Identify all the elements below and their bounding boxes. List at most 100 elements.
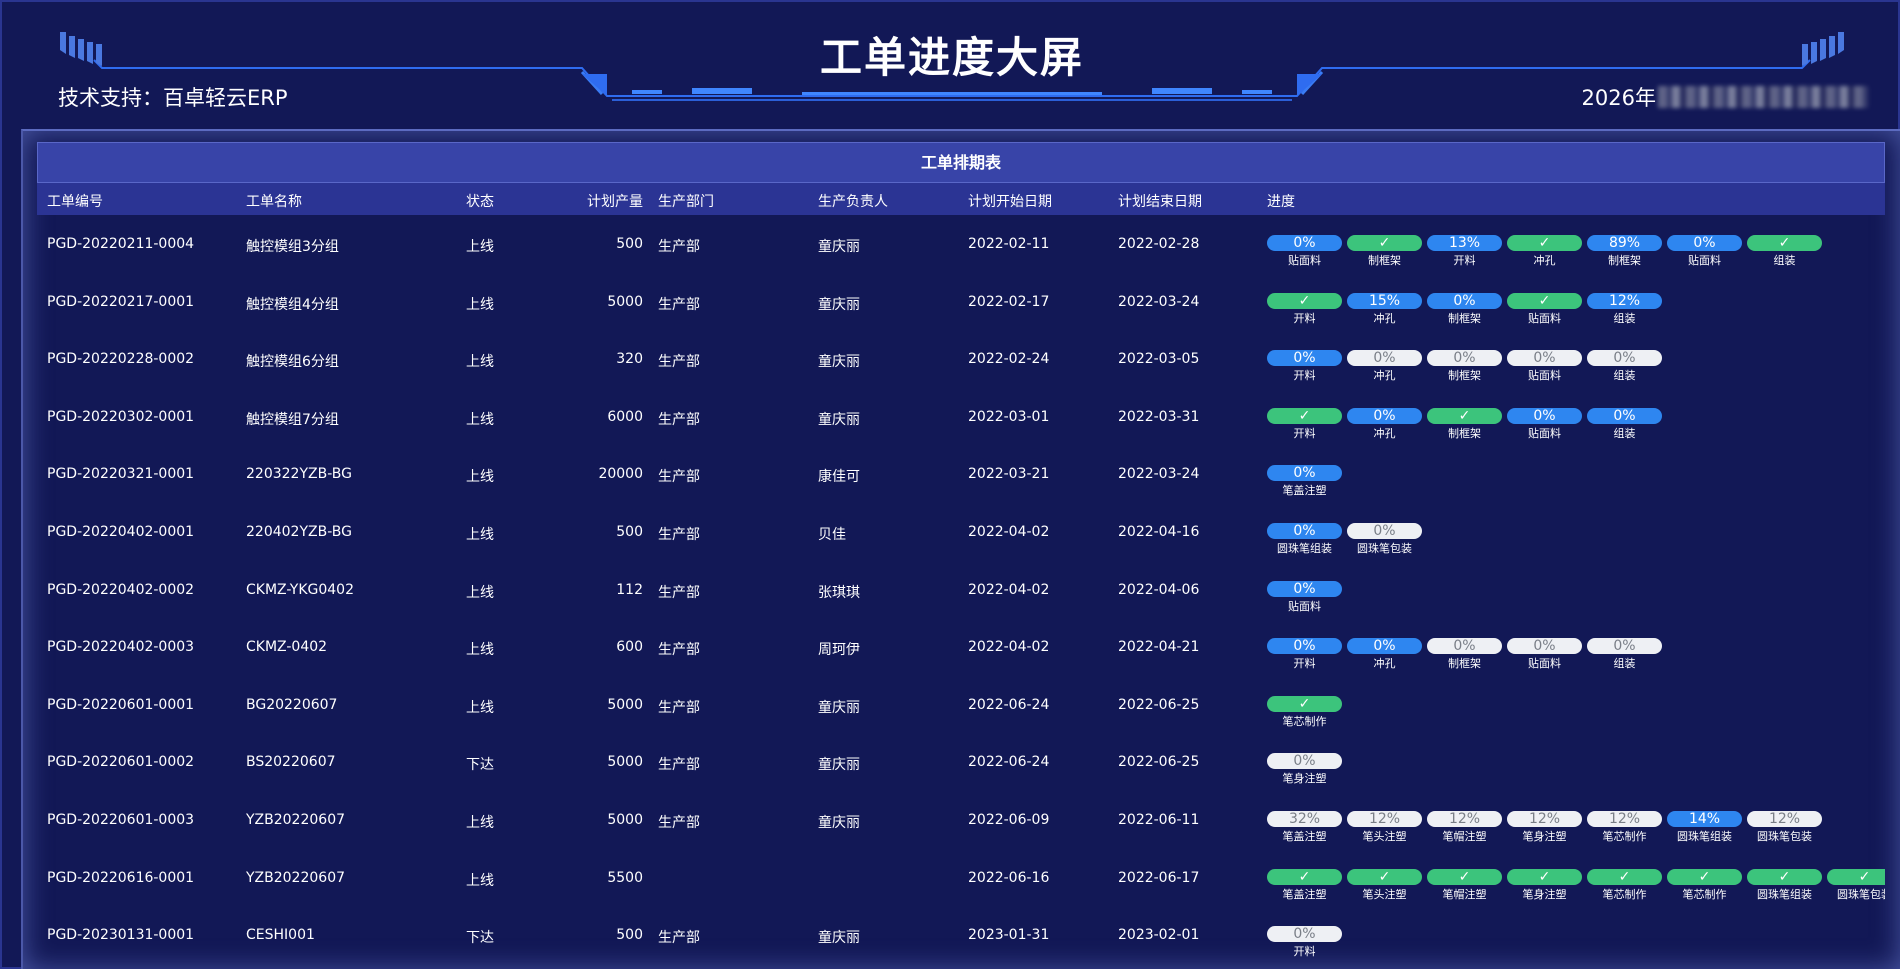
process-step: 0% 组装 <box>1587 407 1662 441</box>
table-row[interactable]: PGD-20220302-0001 触控模组7分组 上线 6000 生产部 童庆丽 2022… <box>37 388 1885 446</box>
cell-department: 生产部 <box>658 296 700 313</box>
process-step: 0% 圆珠笔包装 <box>1347 523 1422 556</box>
process-step: ✓ 笔身注塑 <box>1507 868 1582 902</box>
process-step: 0% 组装 <box>1587 638 1662 671</box>
cell-department: 生产部 <box>658 930 700 947</box>
step-label: 圆珠笔包装 <box>1357 542 1412 555</box>
step-label: 贴面料 <box>1528 369 1561 383</box>
cell-status: 上线 <box>466 469 494 486</box>
cell-department: 生产部 <box>658 815 700 831</box>
table-row[interactable]: PGD-20220601-0003 YZB20220607 上线 5000 生产部 童庆丽… <box>37 791 1885 849</box>
step-progress-pill: 0% <box>1347 407 1422 424</box>
step-progress-pill: ✓ <box>1347 868 1422 885</box>
step-label: 笔芯制作 <box>1282 714 1327 728</box>
cell-start-date: 2022-04-02 <box>968 581 1050 598</box>
cell-department: 生产部 <box>658 584 700 601</box>
process-step: 12% 圆珠笔包装 <box>1747 811 1822 844</box>
process-steps: ✓ 开料 0% 冲孔 ✓ 制框架 0% 贴面料 0% 组装 <box>1267 407 1885 441</box>
datetime-display: 2026年 <box>1582 82 1868 112</box>
cell-order-no: PGD-20220601-0003 <box>47 812 195 828</box>
process-step: ✓ 笔头注塑 <box>1347 868 1422 902</box>
step-progress-pill: ✓ <box>1267 868 1342 885</box>
step-label: 圆珠笔组装 <box>1677 830 1732 843</box>
process-step: 0% 贴面料 <box>1507 407 1582 441</box>
cell-end-date: 2022-04-21 <box>1118 639 1200 656</box>
header: 工单进度大屏 技术支持：百卓轻云ERP 2026年 <box>2 2 1900 126</box>
table-row[interactable]: PGD-20220217-0001 触控模组4分组 上线 5000 生产部 童庆丽 2022… <box>37 273 1885 331</box>
process-step: 0% 制框架 <box>1427 350 1502 383</box>
process-step: 0% 贴面料 <box>1267 580 1342 614</box>
step-label: 贴面料 <box>1288 599 1321 613</box>
step-label: 笔帽注塑 <box>1442 887 1487 901</box>
cell-status: 上线 <box>466 411 494 428</box>
cell-end-date: 2022-02-28 <box>1118 236 1200 252</box>
table-header-row: 工单编号 工单名称 状态 计划产量 生产部门 生产负责人 计划开始日期 计划结束… <box>37 183 1885 215</box>
table-row[interactable]: PGD-20220402-0002 CKMZ-YKG0402 上线 112 生产部 张琪琪… <box>37 561 1885 619</box>
cell-start-date: 2022-02-17 <box>968 293 1050 310</box>
step-progress-pill: ✓ <box>1667 868 1742 885</box>
cell-status: 上线 <box>466 239 494 255</box>
process-step: 0% 组装 <box>1587 350 1662 383</box>
table-row[interactable]: PGD-20230131-0001 CESHI001 下达 500 生产部 童庆丽 2023… <box>37 906 1885 964</box>
step-progress-pill: 32% <box>1267 811 1342 827</box>
step-progress-pill: 0% <box>1507 638 1582 655</box>
step-label: 制框架 <box>1448 369 1481 383</box>
step-progress-pill: 0% <box>1267 580 1342 597</box>
step-label: 圆珠笔包装 <box>1757 830 1812 843</box>
cell-progress: 0% 贴面料 ✓ 制框架 13% 开料 ✓ 冲孔 89% 制框架 0% 贴面料 ✓ 组装 <box>1267 235 1885 269</box>
cell-quantity: 500 <box>616 524 643 540</box>
process-steps: 0% 笔盖注塑 <box>1267 465 1885 498</box>
step-progress-pill: 0% <box>1347 523 1422 539</box>
table-row[interactable]: PGD-20220402-0003 CKMZ-0402 上线 600 生产部 周珂伊 202… <box>37 618 1885 676</box>
cell-order-no: PGD-20220402-0002 <box>47 581 195 598</box>
process-step: 0% 冲孔 <box>1347 350 1422 383</box>
step-progress-pill: ✓ <box>1507 868 1582 885</box>
table-row[interactable]: PGD-20220601-0001 BG20220607 上线 5000 生产部 童庆丽 2… <box>37 676 1885 734</box>
step-label: 笔芯制作 <box>1602 830 1647 843</box>
cell-status: 上线 <box>466 354 494 371</box>
table-row[interactable]: PGD-20220402-0001 220402YZB-BG 上线 500 生产部 贝佳 2… <box>37 503 1885 561</box>
step-label: 制框架 <box>1368 254 1401 267</box>
table-row[interactable]: PGD-20220228-0002 触控模组6分组 上线 320 生产部 童庆丽 2022-… <box>37 330 1885 388</box>
process-steps: 0% 开料 0% 冲孔 0% 制框架 0% 贴面料 0% 组装 <box>1267 350 1885 383</box>
cell-start-date: 2022-06-09 <box>968 812 1050 828</box>
cell-order-no: PGD-20220402-0003 <box>47 639 195 656</box>
cell-order-name: 触控模组4分组 <box>246 296 339 313</box>
step-progress-pill: 12% <box>1587 292 1662 309</box>
step-progress-pill: ✓ <box>1747 235 1822 251</box>
cell-start-date: 2022-06-16 <box>968 869 1050 886</box>
step-label: 贴面料 <box>1528 311 1561 325</box>
cell-progress: 0% 贴面料 <box>1267 580 1885 615</box>
table-row[interactable]: PGD-20220616-0001 YZB20220607 上线 5500 2022-0… <box>37 849 1885 907</box>
cell-progress: 32% 笔盖注塑 12% 笔头注塑 12% 笔帽注塑 12% 笔身注塑 12% 笔芯制作 14% 圆珠… <box>1267 811 1885 845</box>
process-step: ✓ 贴面料 <box>1507 292 1582 326</box>
step-progress-pill: 0% <box>1427 292 1502 309</box>
step-progress-pill: ✓ <box>1587 868 1662 885</box>
process-step: ✓ 冲孔 <box>1507 235 1582 268</box>
process-step: 0% 开料 <box>1267 638 1342 671</box>
cell-status: 上线 <box>466 527 494 543</box>
table-row[interactable]: PGD-20220601-0002 BS20220607 下达 5000 生产部 童庆丽 2… <box>37 733 1885 791</box>
cell-order-no: PGD-20220601-0001 <box>47 696 195 713</box>
cell-progress: ✓ 笔盖注塑 ✓ 笔头注塑 ✓ 笔帽注塑 ✓ 笔身注塑 ✓ 笔芯制作 ✓ 笔芯制作 ✓ 圆珠笔组装 ✓ 圆珠笔… <box>1267 868 1885 903</box>
col-header-order-no: 工单编号 <box>47 194 103 210</box>
process-step: 0% 制框架 <box>1427 638 1502 671</box>
step-label: 开料 <box>1293 657 1316 671</box>
cell-quantity: 500 <box>616 236 643 252</box>
cell-end-date: 2022-04-16 <box>1118 524 1200 540</box>
tech-support-label: 技术支持：百卓轻云ERP <box>58 86 288 110</box>
process-step: 32% 笔盖注塑 <box>1267 811 1342 844</box>
datetime-year: 2026年 <box>1581 86 1656 110</box>
step-progress-pill: 0% <box>1267 523 1342 539</box>
cell-order-no: PGD-20220321-0001 <box>47 466 195 483</box>
cell-order-name: BG20220607 <box>246 696 338 713</box>
cell-status: 下达 <box>466 930 494 947</box>
cell-end-date: 2022-03-05 <box>1118 351 1200 368</box>
cell-owner: 童庆丽 <box>818 815 860 831</box>
cell-order-no: PGD-20220601-0002 <box>47 754 195 771</box>
step-progress-pill: 13% <box>1427 235 1502 251</box>
table-row[interactable]: PGD-20220321-0001 220322YZB-BG 上线 20000 生产部 康… <box>37 445 1885 503</box>
step-progress-pill: 12% <box>1747 811 1822 827</box>
table-row[interactable]: PGD-20220211-0004 触控模组3分组 上线 500 生产部 童庆丽 2022-… <box>37 215 1885 273</box>
process-step: 0% 开料 <box>1267 926 1342 959</box>
